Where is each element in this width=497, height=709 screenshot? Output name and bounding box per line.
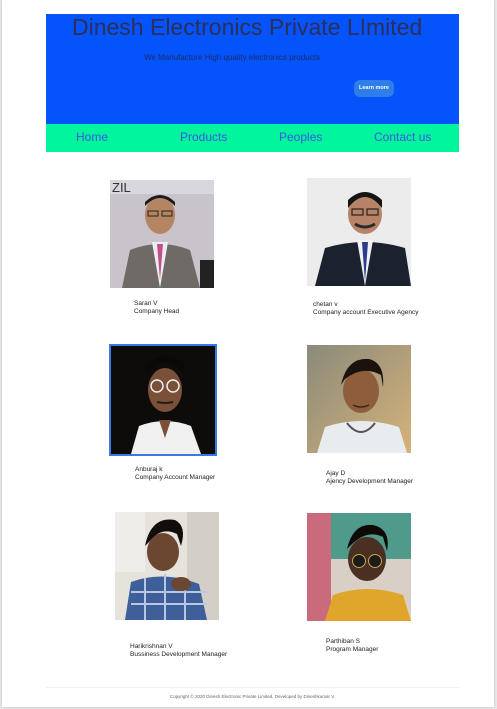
photo-saran: ZIL [110, 180, 214, 288]
nav-home[interactable]: Home [76, 130, 108, 144]
photo-ajay [307, 345, 411, 453]
member-role: Ajency Development Manager [326, 478, 414, 485]
member-role: Company Head [134, 308, 180, 315]
nav-products[interactable]: Products [180, 130, 227, 144]
learn-more-button[interactable]: Learn more [354, 80, 394, 97]
member-name: chetan v [313, 301, 338, 308]
member-name: Parthiban S [326, 638, 360, 645]
nav-contact-us[interactable]: Contact us [374, 130, 431, 144]
member-name: Anburaj k [135, 466, 163, 473]
company-tagline: We Manufacture High quality electronics … [144, 53, 320, 62]
photo-harikrishnan [115, 512, 219, 620]
hero-banner: Dinesh Electronics Private LImited We Ma… [46, 14, 459, 124]
photo-anburaj [109, 344, 217, 456]
member-role: Company account Executive Agency [313, 309, 419, 316]
member-role: Program Manager [326, 646, 379, 653]
member-name: Harikrishnan V [130, 643, 173, 650]
footer-copyright: Copyright © 2020 Dinesh Electronic Priva… [46, 687, 459, 706]
member-name: Saran V [134, 300, 158, 307]
member-role: Bussiness Development Manager [130, 651, 228, 658]
member-name: Ajay D [326, 470, 346, 477]
company-title: Dinesh Electronics Private LImited [72, 14, 423, 40]
photo-parthiban [307, 513, 411, 621]
nav-bar: Home Products Peoples Contact us [46, 124, 459, 152]
nav-peoples[interactable]: Peoples [279, 130, 322, 144]
member-role: Company Account Manager [135, 474, 216, 481]
photo-chetan [307, 178, 411, 286]
page: Dinesh Electronics Private LImited We Ma… [2, 0, 494, 707]
svg-text:ZIL: ZIL [112, 180, 131, 195]
